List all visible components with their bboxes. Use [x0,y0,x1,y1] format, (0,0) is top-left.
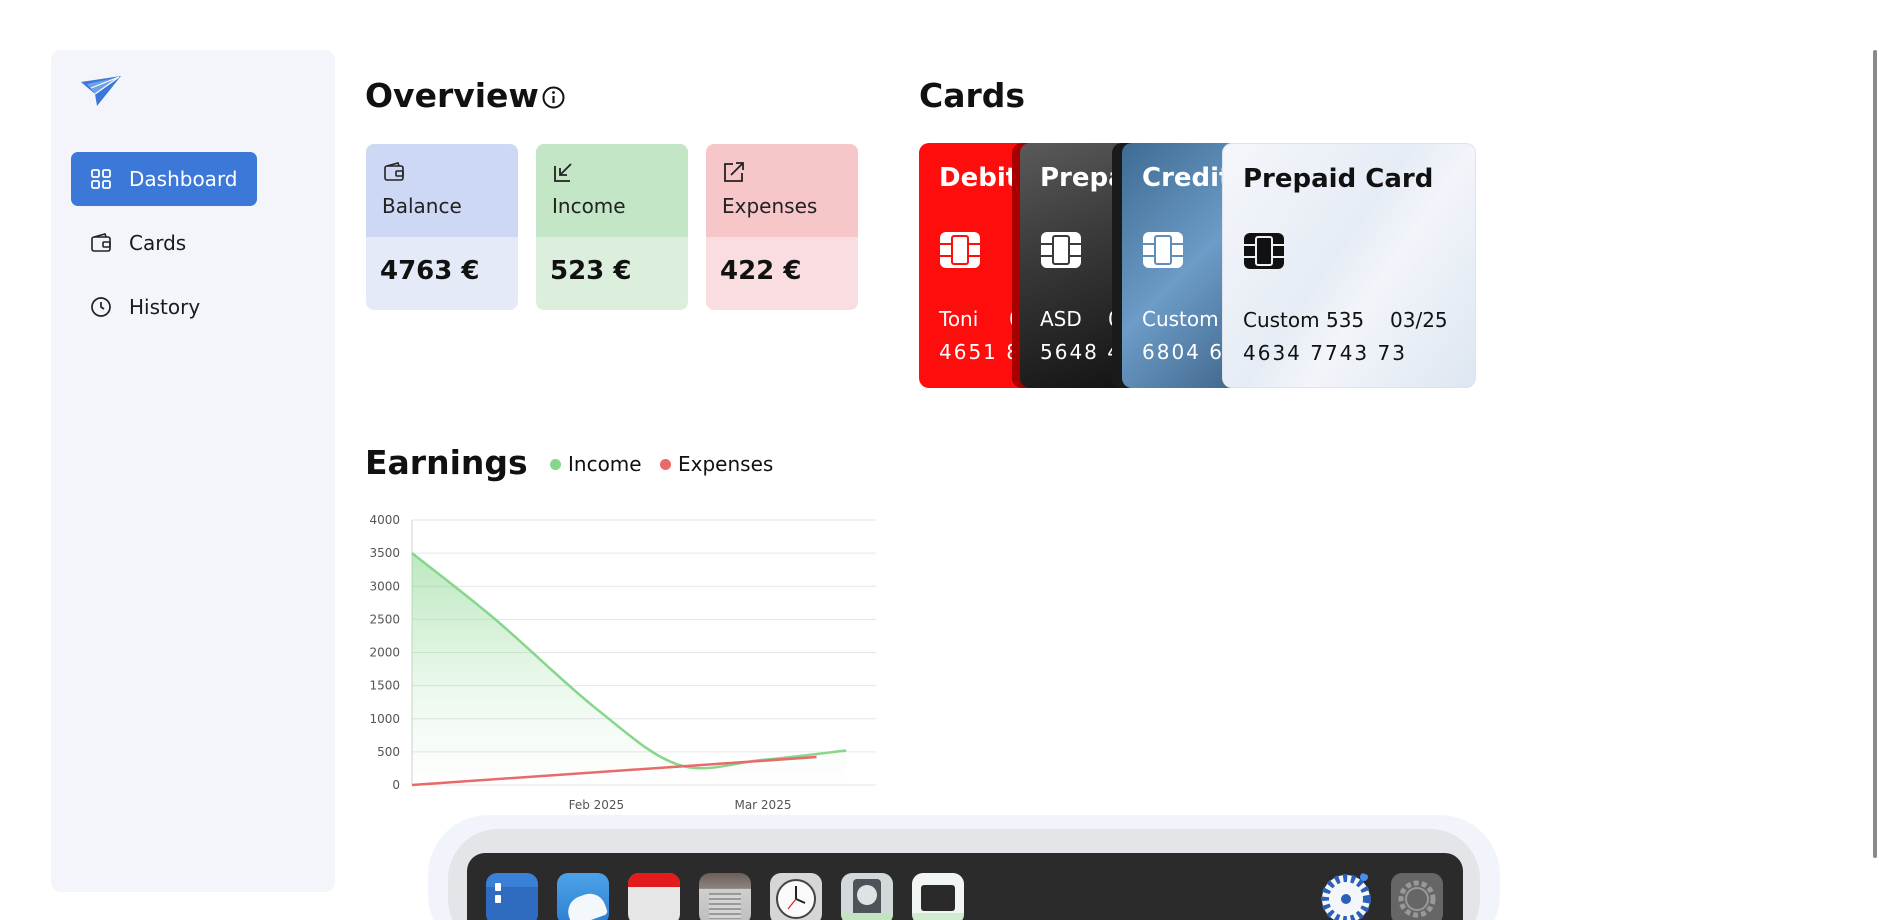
tile-value: 422 € [720,256,802,286]
earnings-chart: 0 500 1000 1500 2000 2500 3000 3500 4000 Feb 2025… [369,513,876,812]
wallet-icon [384,162,404,181]
card-holder: ASD [1040,307,1082,331]
y-tick-label: 1500 [369,679,400,693]
tile-header: Income [536,144,688,237]
arrow-up-right-icon [724,162,744,182]
card-expiry: 03/25 [1390,308,1448,332]
files-app-icon[interactable] [486,873,538,920]
chip-icon [1041,232,1081,268]
overview-title: Overview [365,76,539,115]
card-holder: Custom [1142,307,1219,331]
card-holder: Custom 535 [1243,308,1365,332]
weather-app-icon[interactable] [557,873,609,920]
settings-app-icon[interactable] [1391,873,1443,920]
income-tile: Income 523 € [536,144,688,310]
app-window: Dashboard Cards History Overview Balance… [0,0,1879,920]
prepaid-card[interactable]: Prepaid Card Custom 535 03/25 4634 7743 … [1222,143,1476,388]
y-tick-label: 1000 [369,712,400,726]
calendar-app-icon[interactable] [628,873,680,920]
grid-icon [89,167,113,191]
tile-value: 523 € [550,256,632,286]
tile-label: Expenses [722,194,818,218]
balance-tile: Balance 4763 € [366,144,518,310]
scrollbar-thumb[interactable] [1873,50,1877,858]
sidebar-item-label: History [129,295,201,319]
y-tick-label: 0 [392,778,400,792]
card-number: 5648 4 [1040,340,1122,364]
sidebar-item-history[interactable]: History [71,280,257,334]
legend-income: Income [550,452,642,476]
chip-icon [1244,233,1284,269]
legend-label: Income [568,452,642,476]
card-title: Prepaid Card [1243,164,1434,194]
tile-label: Balance [382,194,462,218]
card-number: 6804 6 [1142,340,1224,364]
chip-icon [1143,232,1183,268]
logo-icon [81,76,121,106]
legend-label: Expenses [678,452,774,476]
legend-expenses: Expenses [660,452,773,476]
sidebar-item-cards[interactable]: Cards [71,216,257,270]
y-tick-label: 4000 [369,513,400,527]
x-tick-label: Feb 2025 [569,798,625,812]
launcher-app-icon[interactable] [1320,873,1372,920]
archive-app-icon[interactable] [699,873,751,920]
cards-title: Cards [919,76,1026,115]
wallet-icon [89,231,113,255]
sidebar: Dashboard Cards History [51,50,335,892]
disk-app-icon[interactable] [841,873,893,920]
y-tick-label: 3500 [369,546,400,560]
sidebar-item-label: Dashboard [129,167,238,191]
expenses-tile: Expenses 422 € [706,144,858,310]
arrow-down-left-icon [554,163,572,182]
tile-label: Income [552,194,626,218]
y-tick-label: 500 [377,745,400,759]
tile-header: Balance [366,144,518,237]
dock [467,853,1463,920]
y-tick-label: 2000 [369,646,400,660]
terminal-app-icon[interactable] [912,873,964,920]
income-area [412,553,847,785]
sidebar-item-label: Cards [129,231,187,255]
legend-dot [660,458,671,470]
sidebar-item-dashboard[interactable]: Dashboard [71,152,257,206]
card-holder: Toni [939,307,979,331]
y-tick-label: 3000 [369,579,400,593]
legend-dot [550,458,561,470]
y-tick-label: 2500 [369,612,400,626]
card-number: 4634 7743 73 [1243,341,1407,365]
info-icon[interactable] [541,85,566,110]
clock-app-icon[interactable] [770,873,822,920]
tile-header: Expenses [706,144,858,237]
earnings-title: Earnings [365,443,528,482]
chip-icon [940,232,980,268]
x-tick-label: Mar 2025 [734,798,791,812]
tile-value: 4763 € [380,256,480,286]
card-title: Credit [1142,163,1232,193]
clock-icon [89,295,113,319]
